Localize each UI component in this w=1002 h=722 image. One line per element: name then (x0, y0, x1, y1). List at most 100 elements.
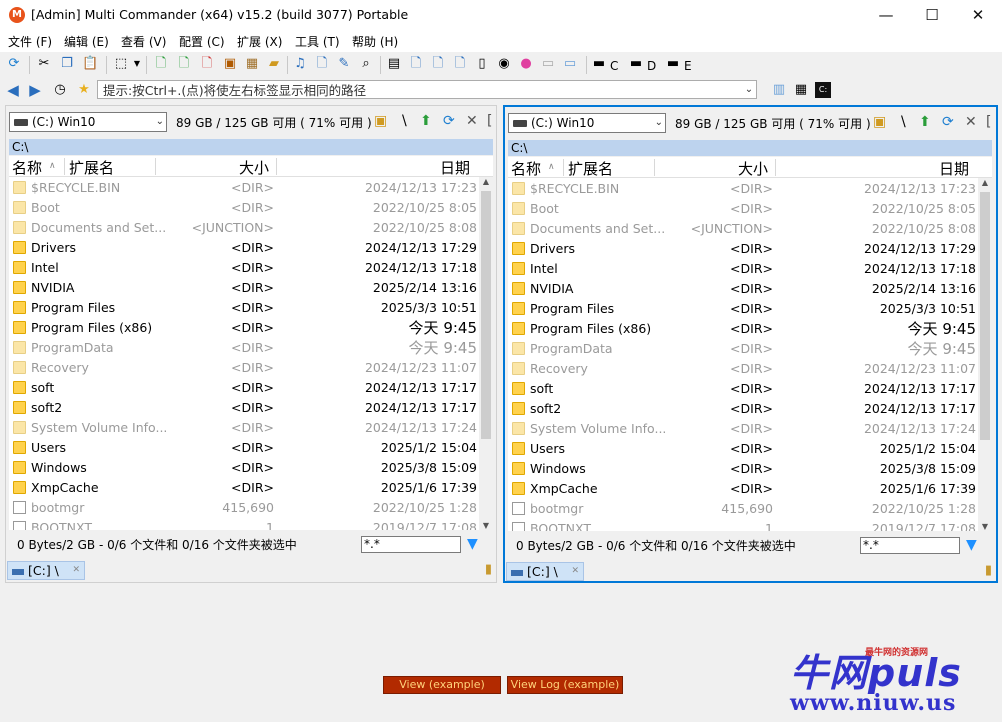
menu-config[interactable]: 配置 (C) (179, 33, 225, 50)
edit-file-icon[interactable]: ✎ (336, 56, 352, 72)
notepad-icon[interactable]: ▯ (474, 56, 490, 72)
file-row[interactable]: BOOTNXT 1 2019/12/7 17:08 (9, 518, 479, 530)
drive-d-label[interactable]: D (647, 59, 656, 73)
file-row[interactable]: soft2 <DIR> 2024/12/13 17:17 (508, 399, 978, 419)
copy-file-icon[interactable]: 🗋 (176, 56, 192, 72)
search-icon[interactable]: ⌕ (358, 56, 374, 72)
drive-d-icon[interactable]: ▬ (628, 56, 644, 72)
history-icon[interactable]: ◷ (52, 82, 68, 98)
maximize-button[interactable]: ☐ (909, 0, 955, 30)
bookmark-icon[interactable]: ▮ (985, 563, 992, 578)
chevron-down-icon[interactable]: ▼ (129, 56, 145, 72)
filter-icon[interactable]: ▼ (467, 536, 483, 552)
pin-icon[interactable]: ✕ (466, 113, 478, 129)
drive-selector[interactable]: (C:) Win10 ⌄ (508, 113, 666, 133)
drive-c-icon[interactable]: ▬ (591, 56, 607, 72)
root-icon[interactable]: \ (901, 114, 906, 130)
back-icon[interactable]: ◀ (5, 82, 21, 98)
file-row[interactable]: BOOTNXT 1 2019/12/7 17:08 (508, 519, 978, 531)
file-row[interactable]: Intel <DIR> 2024/12/13 17:18 (9, 258, 479, 278)
file-row[interactable]: Program Files <DIR> 2025/3/3 10:51 (9, 298, 479, 318)
scrollbar[interactable]: ▲ ▼ (479, 177, 493, 530)
close-button[interactable]: ✕ (955, 0, 1001, 30)
parent-folder-icon[interactable]: ⬆ (919, 114, 931, 130)
notes-icon[interactable]: ▥ (771, 82, 787, 98)
calculator-icon[interactable]: ▦ (793, 82, 809, 98)
file-row[interactable]: bootmgr 415,690 2022/10/25 1:28 (508, 499, 978, 519)
refresh-icon[interactable]: ⟳ (942, 114, 954, 130)
scrollbar[interactable]: ▲ ▼ (978, 178, 992, 531)
path-bar[interactable]: C:\ (508, 140, 992, 156)
file-row[interactable]: XmpCache <DIR> 2025/1/6 17:39 (9, 478, 479, 498)
file-row[interactable]: $RECYCLE.BIN <DIR> 2024/12/13 17:23 (508, 179, 978, 199)
file-row[interactable]: ProgramData <DIR> 今天 9:45 (9, 338, 479, 358)
file-row[interactable]: Program Files <DIR> 2025/3/3 10:51 (508, 299, 978, 319)
file-row[interactable]: NVIDIA <DIR> 2025/2/14 13:16 (508, 279, 978, 299)
file-row[interactable]: Recovery <DIR> 2024/12/23 11:07 (9, 358, 479, 378)
cut-icon[interactable]: ✂ (36, 56, 52, 72)
file-list[interactable]: $RECYCLE.BIN <DIR> 2024/12/13 17:23 Boot <DI… (508, 178, 978, 531)
file-row[interactable]: Users <DIR> 2025/1/2 15:04 (9, 438, 479, 458)
forward-icon[interactable]: ▶ (27, 82, 43, 98)
menu-tools[interactable]: 工具 (T) (295, 33, 340, 50)
bookmark-icon[interactable]: ▮ (485, 562, 492, 577)
select-icon[interactable]: ⬚ (113, 56, 129, 72)
file-row[interactable]: XmpCache <DIR> 2025/1/6 17:39 (508, 479, 978, 499)
refresh-icon[interactable]: ⟳ (443, 113, 455, 129)
file-row[interactable]: Boot <DIR> 2022/10/25 8:05 (9, 198, 479, 218)
doc-icon-3[interactable]: 🗋 (452, 56, 468, 72)
drive-e-label[interactable]: E (684, 59, 692, 73)
hex-view-icon[interactable]: ▤ (386, 56, 402, 72)
column-name[interactable]: 名称 (511, 158, 541, 179)
close-tab-icon[interactable]: ✕ (571, 563, 579, 580)
scroll-thumb[interactable] (980, 192, 990, 440)
pin-icon[interactable]: ✕ (965, 114, 977, 130)
scroll-thumb[interactable] (481, 191, 491, 439)
file-row[interactable]: NVIDIA <DIR> 2025/2/14 13:16 (9, 278, 479, 298)
menu-help[interactable]: 帮助 (H) (352, 33, 398, 50)
drive-selector[interactable]: (C:) Win10 ⌄ (9, 112, 167, 132)
paste-icon[interactable]: 📋 (82, 56, 98, 72)
tab-c-root[interactable]: [C:] \ ✕ (7, 561, 85, 580)
scroll-down-icon[interactable]: ▼ (978, 522, 992, 531)
minimize-button[interactable]: — (863, 0, 909, 30)
delete-file-icon[interactable]: 🗋 (199, 56, 215, 72)
drive-c-label[interactable]: C (610, 59, 618, 73)
monitor-icon[interactable]: ▭ (562, 56, 578, 72)
music-icon[interactable]: ♫ (292, 56, 308, 72)
scroll-up-icon[interactable]: ▲ (978, 178, 992, 187)
new-file-icon[interactable]: 🗋 (153, 56, 169, 72)
scroll-down-icon[interactable]: ▼ (479, 521, 493, 530)
menu-view[interactable]: 查看 (V) (121, 33, 166, 50)
star-icon[interactable]: ★ (76, 82, 92, 98)
terminal-icon[interactable]: C: (815, 82, 831, 98)
compare-icon[interactable]: ▣ (873, 114, 886, 130)
column-date[interactable]: 日期 (939, 158, 969, 179)
parent-folder-icon[interactable]: ⬆ (420, 113, 432, 129)
file-row[interactable]: Program Files (x86) <DIR> 今天 9:45 (508, 319, 978, 339)
file-list[interactable]: $RECYCLE.BIN <DIR> 2024/12/13 17:23 Boot <DI… (9, 177, 479, 530)
panel-menu-icon[interactable]: [ (986, 114, 991, 130)
folder-add-icon[interactable]: ▰ (266, 56, 282, 72)
file-row[interactable]: Users <DIR> 2025/1/2 15:04 (508, 439, 978, 459)
root-icon[interactable]: \ (402, 113, 407, 129)
file-row[interactable]: Drivers <DIR> 2024/12/13 17:29 (9, 238, 479, 258)
archive-icon[interactable]: ▣ (222, 56, 238, 72)
file-row[interactable]: bootmgr 415,690 2022/10/25 1:28 (9, 498, 479, 518)
file-row[interactable]: Windows <DIR> 2025/3/8 15:09 (508, 459, 978, 479)
file-row[interactable]: Documents and Set... <JUNCTION> 2022/10/25… (508, 219, 978, 239)
copy-icon[interactable]: ❐ (59, 56, 75, 72)
doc-icon-1[interactable]: 🗋 (408, 56, 424, 72)
view-log-example-button[interactable]: View Log (example) (507, 676, 623, 694)
package-icon[interactable]: ▦ (244, 56, 260, 72)
panel-menu-icon[interactable]: [ (487, 113, 492, 129)
tab-c-root[interactable]: [C:] \ ✕ (506, 562, 584, 581)
menu-edit[interactable]: 编辑 (E) (64, 33, 109, 50)
search-file-icon[interactable]: 🗋 (314, 56, 330, 72)
file-row[interactable]: soft <DIR> 2024/12/13 17:17 (9, 378, 479, 398)
column-date[interactable]: 日期 (440, 157, 470, 178)
eye-icon[interactable]: ◉ (496, 56, 512, 72)
file-row[interactable]: soft <DIR> 2024/12/13 17:17 (508, 379, 978, 399)
address-input[interactable]: 提示:按Ctrl+.(点)将使左右标签显示相同的路径 (97, 80, 757, 99)
file-row[interactable]: $RECYCLE.BIN <DIR> 2024/12/13 17:23 (9, 178, 479, 198)
